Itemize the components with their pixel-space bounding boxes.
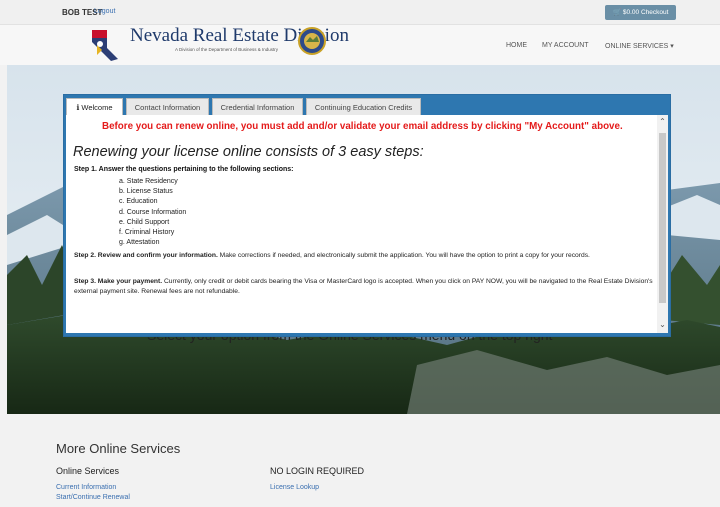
step-2-title: Step 2. Review and confirm your informat… (74, 252, 218, 259)
site-subtitle: A Division of the Department of Business… (175, 47, 279, 52)
license-lookup-link[interactable]: License Lookup (270, 484, 319, 491)
step-2-text: Step 2. Review and confirm your informat… (74, 251, 654, 261)
more-services-title: More Online Services (56, 441, 181, 456)
start-continue-renewal-link[interactable]: Start/Continue Renewal (56, 494, 130, 501)
step-3-text: Step 3. Make your payment. Currently, on… (74, 277, 654, 297)
tab-continuing-education-credits[interactable]: Continuing Education Credits (306, 98, 421, 115)
tab-credential-information[interactable]: Credential Information (212, 98, 303, 115)
step-1-text: Step 1. Answer the questions pertaining … (74, 166, 294, 173)
scroll-down-icon[interactable]: ⌄ (658, 320, 667, 329)
nevada-state-logo-icon[interactable] (89, 28, 121, 62)
checkout-button[interactable]: 🛒 $0.00 Checkout (605, 5, 676, 20)
online-services-heading: Online Services (56, 466, 120, 476)
nav-my-account[interactable]: MY ACCOUNT (542, 42, 589, 49)
scroll-thumb[interactable] (659, 133, 666, 303)
list-item: c. Education (119, 198, 158, 206)
logout-link[interactable]: Logout (94, 8, 115, 15)
welcome-content: Before you can renew online, you must ad… (66, 115, 668, 333)
email-alert-message: Before you can renew online, you must ad… (102, 121, 623, 132)
no-login-heading: NO LOGIN REQUIRED (270, 466, 365, 476)
step-3-title: Step 3. Make your payment. (74, 278, 163, 285)
list-item: a. State Residency (119, 178, 178, 185)
current-information-link[interactable]: Current Information (56, 484, 116, 491)
list-item: b. License Status (119, 188, 173, 196)
sections-list: a. State Residency b. License Status c. … (119, 177, 186, 248)
list-item: e. Child Support (119, 218, 170, 226)
list-item: d. Course Information (119, 208, 187, 216)
list-item: g. Attestation (119, 239, 160, 247)
scroll-up-icon[interactable]: ⌃ (658, 117, 667, 126)
nav-home[interactable]: HOME (506, 42, 527, 49)
renewal-tab-panel: ℹ Welcome Contact Information Credential… (63, 94, 671, 337)
steps-headline: Renewing your license online consists of… (73, 144, 424, 160)
tab-contact-information[interactable]: Contact Information (126, 98, 209, 115)
top-bar: BOB TEST Logout 🛒 $0.00 Checkout (0, 0, 720, 25)
step-2-body: Make corrections if needed, and electron… (217, 252, 590, 259)
nav-online-services[interactable]: ONLINE SERVICES ▾ (605, 42, 674, 50)
state-seal-icon (298, 27, 326, 55)
list-item: f. Criminal History (119, 228, 175, 236)
tab-welcome[interactable]: ℹ Welcome (66, 98, 123, 115)
content-scrollbar[interactable]: ⌃ ⌄ (657, 115, 668, 333)
site-header: Nevada Real Estate Division A Division o… (0, 25, 720, 65)
